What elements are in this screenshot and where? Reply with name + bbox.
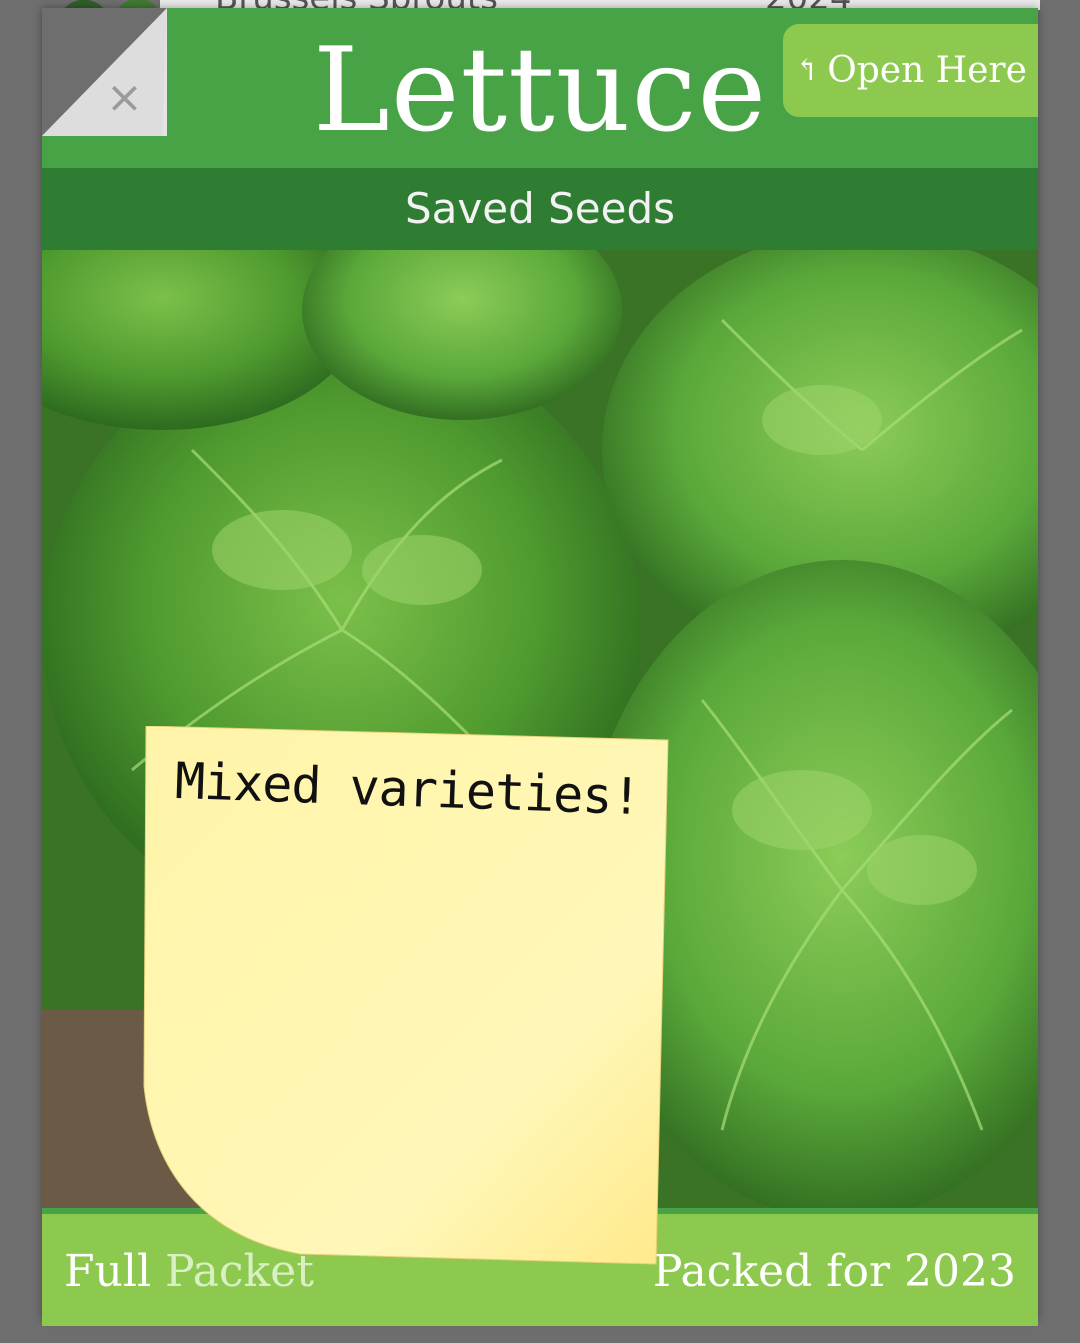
open-here-label: Open Here [827,50,1027,91]
close-button[interactable]: × [42,8,167,136]
packet-header: Lettuce ↰ Open Here [42,8,1038,168]
return-arrow-icon: ↰ [794,53,820,88]
packet-subtitle: Saved Seeds [405,184,675,233]
packet-subtitle-bar: Saved Seeds [42,168,1038,250]
close-icon: × [106,72,143,123]
packed-year-label: Packed for 2023 [652,1246,1016,1297]
fill-status-word: Full [64,1246,152,1297]
folded-corner-shape [42,8,167,136]
open-here-button[interactable]: ↰ Open Here [783,24,1038,117]
